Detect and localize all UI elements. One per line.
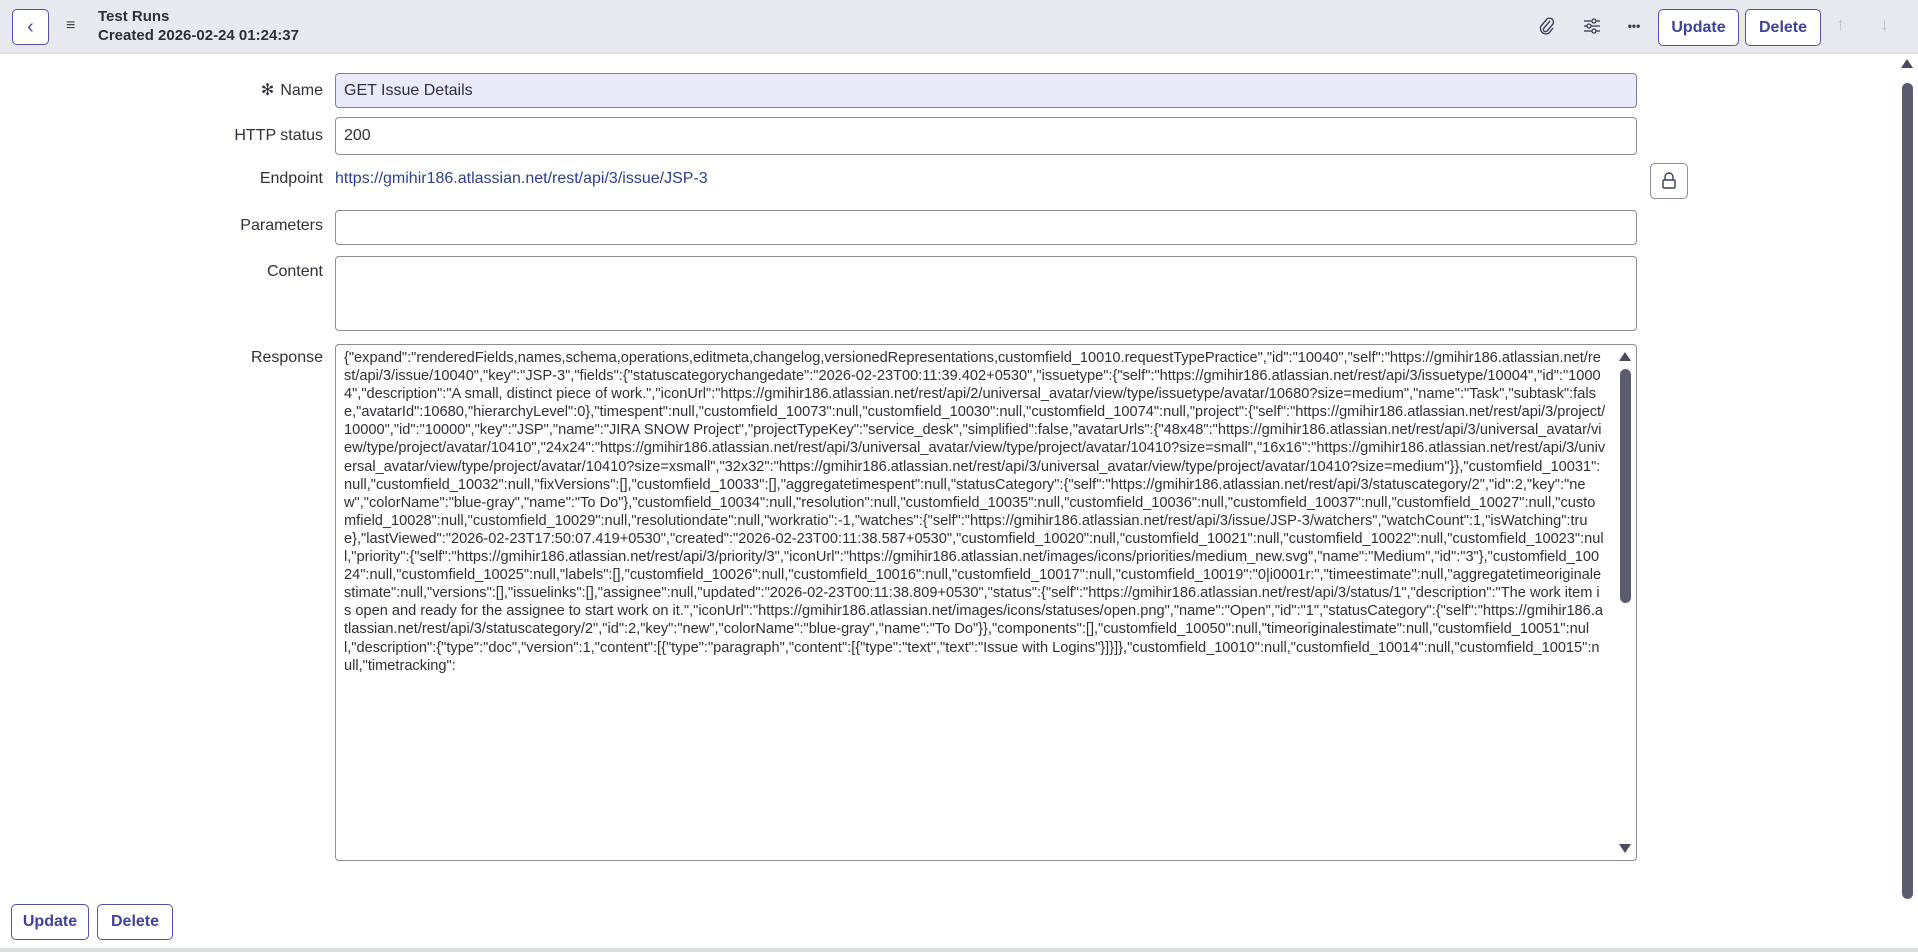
footer-divider bbox=[0, 948, 1918, 952]
context-menu-icon[interactable]: ≡ bbox=[66, 17, 80, 37]
page-scrollbar-thumb[interactable] bbox=[1902, 83, 1913, 899]
record-header: ‹ ≡ Test Runs Created 2026-02-24 01:24:3… bbox=[0, 0, 1918, 54]
chevron-left-icon: ‹ bbox=[27, 15, 34, 38]
unlock-endpoint-button[interactable] bbox=[1650, 163, 1688, 199]
endpoint-link[interactable]: https://gmihir186.atlassian.net/rest/api… bbox=[335, 170, 708, 188]
response-textarea[interactable]: {"expand":"renderedFields,names,schema,o… bbox=[335, 344, 1637, 861]
delete-button[interactable]: Delete bbox=[1745, 9, 1821, 46]
response-label: Response bbox=[250, 349, 323, 366]
parameters-input[interactable] bbox=[335, 210, 1637, 245]
previous-record-arrow-icon[interactable]: ↑ bbox=[1836, 14, 1845, 35]
scroll-up-icon[interactable] bbox=[1619, 352, 1631, 361]
required-icon: ✻ bbox=[260, 82, 275, 99]
http-status-input[interactable]: 200 bbox=[335, 117, 1637, 155]
endpoint-label: Endpoint bbox=[259, 170, 323, 187]
record-title: Test Runs Created 2026-02-24 01:24:37 bbox=[98, 7, 299, 45]
http-status-label: HTTP status bbox=[234, 127, 323, 144]
response-text: {"expand":"renderedFields,names,schema,o… bbox=[344, 350, 1606, 674]
footer-update-button[interactable]: Update bbox=[11, 904, 89, 940]
page-scrollbar[interactable] bbox=[1898, 54, 1916, 949]
name-label: ✻ Name bbox=[260, 82, 323, 99]
page-scroll-up-icon[interactable] bbox=[1901, 59, 1913, 68]
response-scrollbar[interactable] bbox=[1616, 347, 1634, 858]
update-button[interactable]: Update bbox=[1658, 9, 1739, 46]
scroll-down-icon[interactable] bbox=[1619, 844, 1631, 853]
content-textarea[interactable] bbox=[335, 256, 1637, 331]
attachment-icon[interactable] bbox=[1535, 14, 1559, 38]
next-record-arrow-icon[interactable]: ↓ bbox=[1880, 14, 1889, 35]
content-label: Content bbox=[266, 263, 323, 280]
name-input[interactable]: GET Issue Details bbox=[335, 73, 1637, 108]
table-name: Test Runs bbox=[98, 8, 170, 25]
created-timestamp: Created 2026-02-24 01:24:37 bbox=[98, 27, 299, 44]
response-scrollbar-thumb[interactable] bbox=[1620, 369, 1631, 603]
footer-delete-button[interactable]: Delete bbox=[97, 904, 173, 940]
lock-icon bbox=[1662, 172, 1676, 189]
settings-sliders-icon[interactable] bbox=[1580, 14, 1604, 38]
more-options-icon[interactable]: ••• bbox=[1622, 14, 1646, 38]
back-button[interactable]: ‹ bbox=[12, 9, 49, 45]
parameters-label: Parameters bbox=[240, 217, 323, 234]
